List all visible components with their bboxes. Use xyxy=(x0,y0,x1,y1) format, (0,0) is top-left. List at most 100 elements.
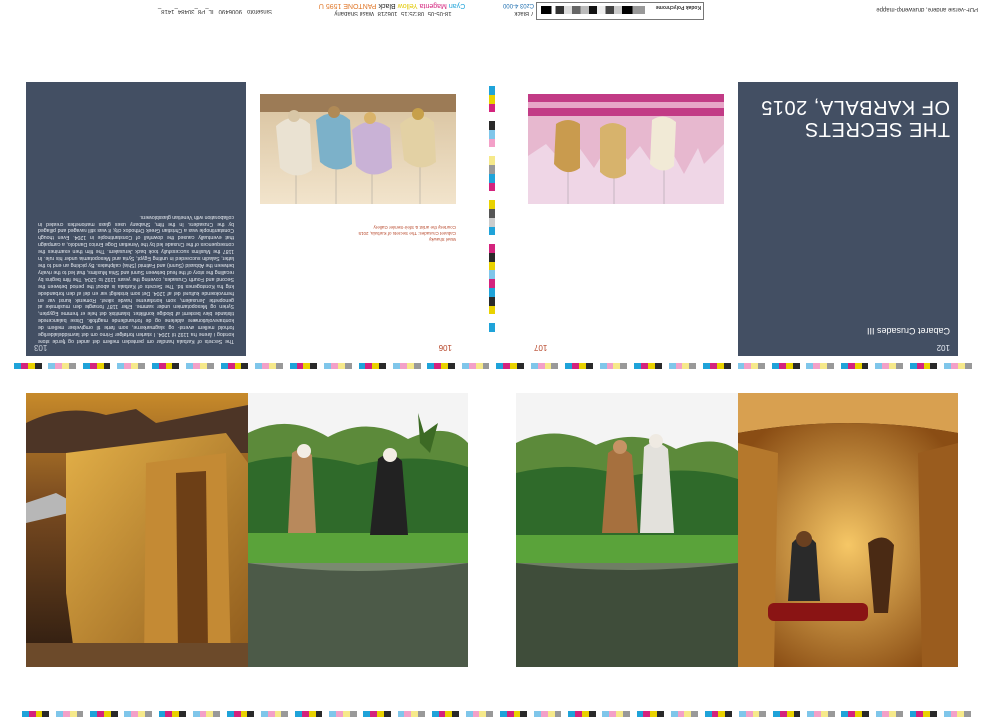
body-text: The Secrets of Karbala handlar om pented… xyxy=(38,213,234,344)
registration-patch xyxy=(413,363,421,369)
registration-patch xyxy=(56,711,63,717)
registration-patch xyxy=(220,711,227,717)
registration-patch xyxy=(950,711,958,717)
registration-patch xyxy=(902,363,910,369)
registration-patch xyxy=(138,711,145,717)
slug-color-magenta: Magenta xyxy=(419,2,447,9)
registration-patch xyxy=(889,711,896,717)
registration-patch xyxy=(82,363,90,369)
registration-patch xyxy=(406,363,414,369)
registration-patch xyxy=(399,363,407,369)
registration-patch xyxy=(441,363,449,369)
registration-patch xyxy=(896,711,903,717)
registration-patch xyxy=(83,711,91,717)
registration-patch xyxy=(523,363,531,369)
registration-patch xyxy=(475,363,483,369)
registration-patch xyxy=(820,711,828,717)
registration-patch xyxy=(144,711,152,717)
registration-patch xyxy=(459,711,466,717)
registration-patch xyxy=(786,711,794,717)
registration-patch xyxy=(971,363,979,369)
print-slug-center: 18-05-05 08:25:15 106218 Wasil Shabany C… xyxy=(268,1,518,17)
registration-patch xyxy=(581,711,589,717)
registration-patch xyxy=(854,363,862,369)
registration-patch xyxy=(868,711,876,717)
registration-patch xyxy=(151,363,159,369)
photo-garden-right xyxy=(516,393,738,667)
registration-bar-bottom xyxy=(22,711,978,717)
registration-patch xyxy=(260,711,268,717)
registration-patch xyxy=(69,363,77,369)
registration-patch xyxy=(861,711,869,717)
registration-patch xyxy=(964,711,972,717)
registration-patch xyxy=(213,711,221,717)
registration-patch xyxy=(827,711,835,717)
registration-patch xyxy=(527,711,535,717)
registration-patch xyxy=(330,363,338,369)
registration-patch xyxy=(124,363,132,369)
registration-patch xyxy=(647,363,655,369)
registration-patch xyxy=(697,711,705,717)
registration-patch xyxy=(875,711,883,717)
registration-patch xyxy=(28,711,36,717)
registration-patch xyxy=(751,363,759,369)
slug-plate-label: Black xyxy=(514,10,529,16)
registration-patch xyxy=(841,711,849,717)
registration-patch xyxy=(643,711,651,717)
registration-patch xyxy=(930,363,938,369)
registration-patch xyxy=(792,363,800,369)
registration-patch xyxy=(35,711,43,717)
registration-patch xyxy=(634,363,642,369)
registration-patch xyxy=(923,363,931,369)
registration-patch xyxy=(725,711,733,717)
registration-patch xyxy=(379,363,387,369)
registration-patch xyxy=(661,363,669,369)
registration-patch xyxy=(513,711,521,717)
registration-patch xyxy=(255,363,263,369)
registration-patch xyxy=(668,363,676,369)
registration-patch xyxy=(363,711,371,717)
registration-patch xyxy=(377,711,384,717)
registration-patch xyxy=(301,711,309,717)
registration-patch xyxy=(370,711,378,717)
registration-patch xyxy=(785,363,793,369)
registration-patch xyxy=(227,363,235,369)
registration-patch xyxy=(807,711,815,717)
print-slug-plate: 7 Black Cz03 4-000 xyxy=(492,1,534,17)
registration-patch xyxy=(268,363,276,369)
registration-patch xyxy=(465,711,473,717)
registration-patch xyxy=(448,363,455,369)
registration-patch xyxy=(427,363,435,369)
registration-patch xyxy=(718,711,726,717)
registration-patch xyxy=(916,711,924,717)
registration-patch xyxy=(602,711,610,717)
registration-patch xyxy=(771,363,779,369)
registration-patch xyxy=(493,711,500,717)
registration-patch xyxy=(544,363,552,369)
registration-patch xyxy=(766,711,774,717)
registration-patch xyxy=(468,363,476,369)
registration-patch xyxy=(951,363,959,369)
page-number-106: 106 xyxy=(438,343,452,352)
photo-caption: Wael Shawky Cabaret Crusades: The Secret… xyxy=(358,225,456,242)
registration-patch xyxy=(737,363,745,369)
registration-patch xyxy=(124,711,132,717)
registration-patch xyxy=(165,711,173,717)
slug-color-yellow: Yellow xyxy=(397,2,418,9)
slug-code: IL_P8_30484_1418_ xyxy=(157,8,214,14)
photo-pink-set xyxy=(528,94,724,204)
registration-patch xyxy=(499,711,507,717)
registration-patch xyxy=(76,711,84,717)
chapter-subtitle: Cabaret Crusades III xyxy=(866,326,950,336)
registration-patch xyxy=(248,363,256,369)
registration-patch xyxy=(372,363,380,369)
photo-tent-left xyxy=(26,393,248,667)
registration-patch xyxy=(404,711,412,717)
registration-patch xyxy=(622,711,630,717)
registration-patch xyxy=(22,711,29,717)
registration-patch xyxy=(592,363,600,369)
registration-patch xyxy=(103,363,111,369)
registration-patch xyxy=(554,711,562,717)
registration-patch xyxy=(813,363,821,369)
registration-patch xyxy=(709,363,717,369)
